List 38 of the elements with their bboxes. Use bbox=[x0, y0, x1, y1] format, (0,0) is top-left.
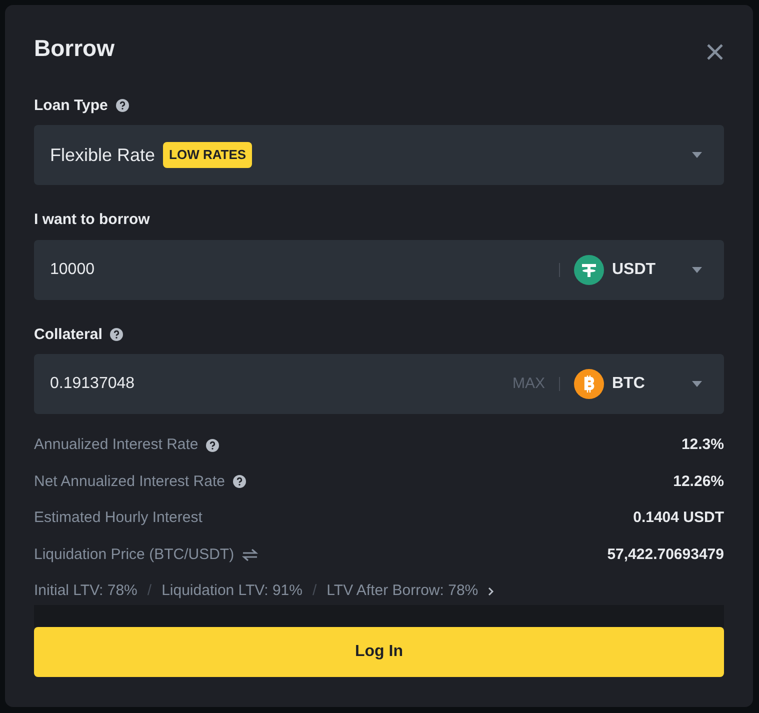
help-icon[interactable] bbox=[116, 99, 129, 112]
field-label: I want to borrow bbox=[34, 210, 150, 230]
dialog-title: Borrow bbox=[34, 35, 114, 63]
coin-name: USDT bbox=[612, 260, 657, 280]
ltv-text: Liquidation LTV: 91% bbox=[162, 581, 302, 602]
detail-value: 0.1404 USDT bbox=[633, 508, 724, 528]
amount-value: 10000 bbox=[50, 260, 96, 280]
detail-label: Estimated Hourly Interest bbox=[34, 508, 202, 528]
coin-name: BTC bbox=[612, 374, 646, 394]
detail-value: 12.3% bbox=[681, 435, 724, 456]
caret-icon[interactable] bbox=[692, 381, 702, 388]
help-icon[interactable] bbox=[206, 438, 220, 452]
detail-value: 12.26% bbox=[673, 472, 724, 492]
caret-icon[interactable] bbox=[692, 266, 702, 273]
help-icon[interactable] bbox=[110, 328, 124, 342]
detail-value: 57,422.70693479 bbox=[607, 544, 724, 565]
rate-badge: LOW RATES bbox=[163, 142, 252, 168]
tether-coin-icon bbox=[574, 254, 604, 285]
caret-icon[interactable] bbox=[692, 152, 702, 158]
ltv-text: LTV After Borrow: 78% bbox=[326, 581, 478, 602]
ltv-text: Initial LTV: 78% bbox=[34, 581, 138, 602]
detail-label: Liquidation Price (BTC/USDT) bbox=[34, 544, 234, 565]
bitcoin-coin-icon bbox=[574, 369, 604, 400]
field-label: Loan Type bbox=[34, 96, 108, 116]
amount-field[interactable]: 0.19137048 MAX BTC bbox=[34, 354, 724, 414]
amount-field[interactable]: 10000 USDT bbox=[34, 240, 724, 300]
field-label: Collateral bbox=[34, 324, 102, 345]
swap-icon[interactable] bbox=[242, 548, 258, 561]
login-button[interactable]: Log In bbox=[34, 626, 724, 677]
separator: / bbox=[147, 581, 152, 602]
chevron-right-icon[interactable] bbox=[488, 586, 494, 596]
detail-label: Net Annualized Interest Rate bbox=[34, 472, 225, 492]
detail-label: Annualized Interest Rate bbox=[34, 435, 198, 456]
separator: / bbox=[312, 581, 317, 602]
help-icon[interactable] bbox=[232, 475, 246, 488]
amount-value: 0.19137048 bbox=[50, 374, 136, 394]
loan-type-select[interactable]: Flexible Rate LOW RATES bbox=[34, 125, 724, 186]
select-value: Flexible Rate bbox=[50, 144, 156, 167]
